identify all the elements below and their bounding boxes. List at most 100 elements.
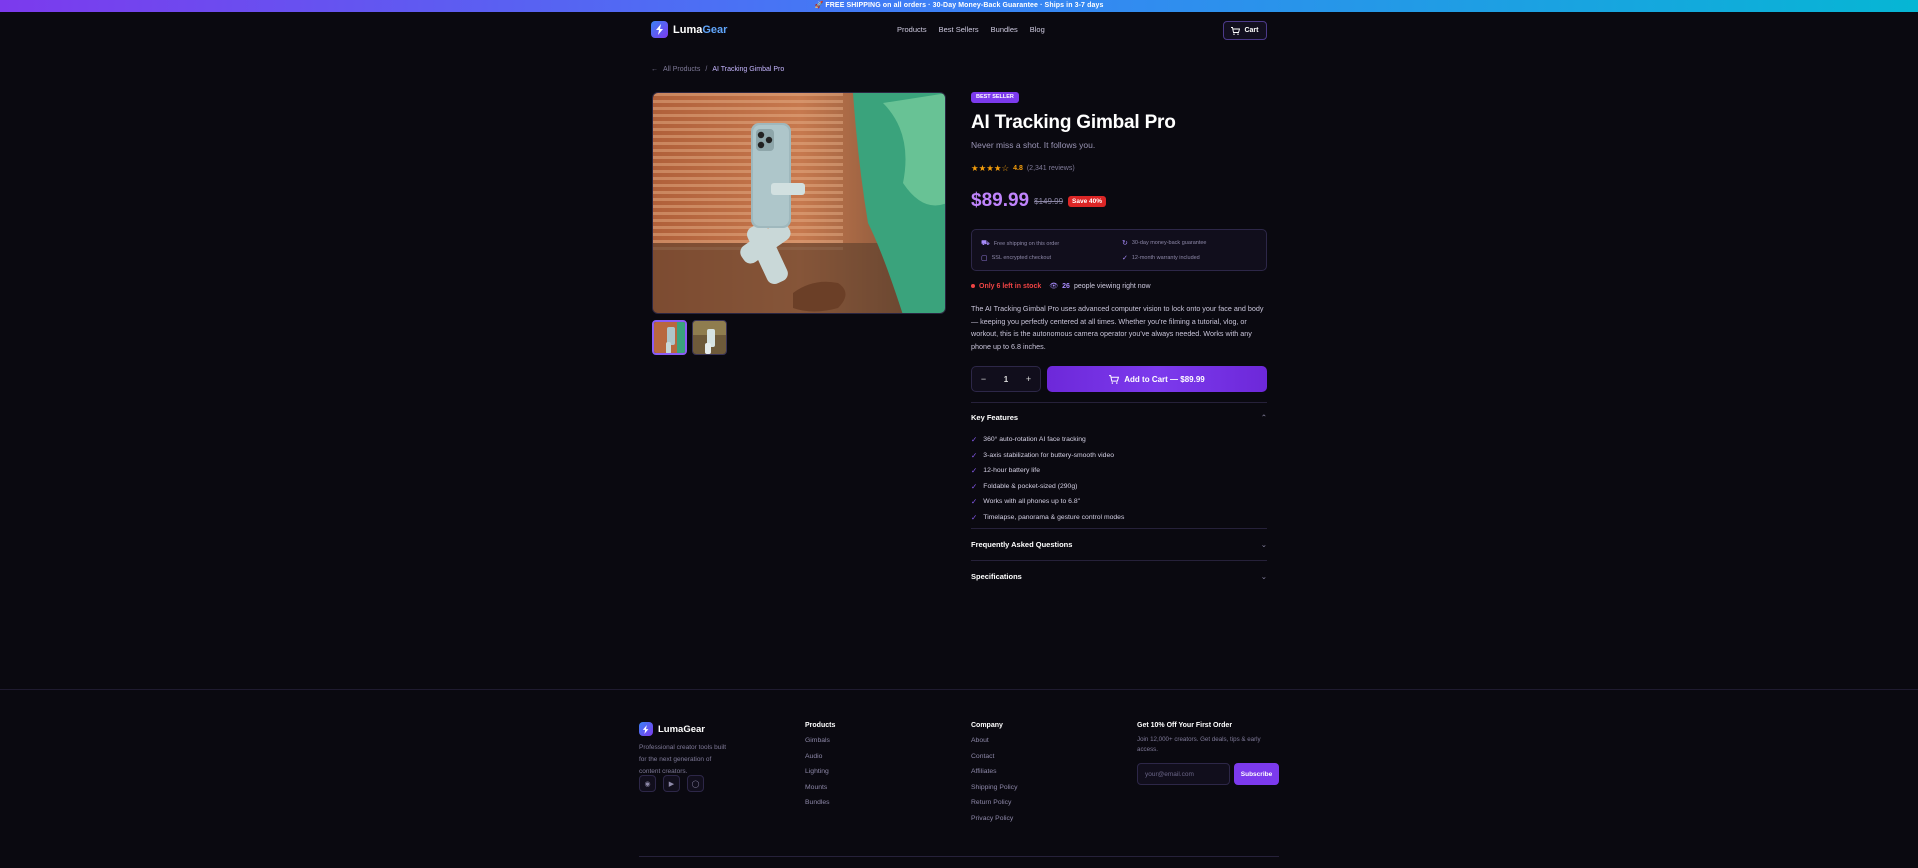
price-row: $89.99 $149.99 Save 40% xyxy=(971,190,1107,212)
qty-minus-button[interactable]: − xyxy=(981,374,986,384)
feature-text: 12-hour battery life xyxy=(983,467,1040,475)
list-item: ✓ Works with all phones up to 6.8" xyxy=(971,494,1124,510)
cart-label: Cart xyxy=(1244,27,1259,34)
brand-name-part1: Luma xyxy=(673,23,703,36)
stock-row: Only 6 left in stock 👁 26 people viewing… xyxy=(971,282,1151,290)
add-to-cart-button[interactable]: Add to Cart — $89.99 xyxy=(1047,366,1267,392)
quantity-stepper: − 1 + xyxy=(971,366,1041,392)
cart-icon xyxy=(1231,26,1241,35)
footer-link-lighting[interactable]: Lighting xyxy=(805,768,835,784)
trust-text: SSL encrypted checkout xyxy=(991,255,1052,261)
viewer-label: people viewing right now xyxy=(1073,282,1151,290)
check-icon: ✓ xyxy=(1122,255,1128,262)
footer-link-returns[interactable]: Return Policy xyxy=(971,799,1017,815)
breadcrumb-all-products[interactable]: All Products xyxy=(663,66,700,73)
feature-text: 360° auto-rotation AI face tracking xyxy=(983,436,1086,444)
accordion-title: Specifications xyxy=(971,572,1022,581)
arrow-left-icon[interactable]: ← xyxy=(651,66,658,73)
thumbnail-2[interactable] xyxy=(692,320,727,355)
footer-about: Professional creator tools built for the… xyxy=(639,744,727,775)
review-count[interactable]: (2,341 reviews) xyxy=(1027,165,1075,172)
feature-text: 3-axis stabilization for buttery-smooth … xyxy=(983,451,1115,459)
trust-item-guarantee: ↻ 30-day money-back guarantee xyxy=(1122,239,1206,247)
discount-badge: Save 40% xyxy=(1068,195,1107,207)
list-item: ✓ 360° auto-rotation AI face tracking xyxy=(971,432,1124,448)
footer-logo[interactable]: LumaGear xyxy=(639,722,705,736)
footer-link-bundles[interactable]: Bundles xyxy=(805,799,835,815)
newsletter: Get 10% Off Your First Order Join 12,000… xyxy=(1137,722,1279,785)
stock-dot-icon xyxy=(971,284,975,288)
nav-bundles[interactable]: Bundles xyxy=(991,25,1018,34)
product-main-image[interactable] xyxy=(652,92,946,314)
nav-best-sellers[interactable]: Best Sellers xyxy=(939,25,979,34)
accordion-specifications[interactable]: Specifications ⌄ xyxy=(971,572,1267,581)
list-item: ✓ Foldable & pocket-sized (290g) xyxy=(971,479,1124,495)
product-description: The AI Tracking Gimbal Pro uses advanced… xyxy=(971,304,1264,351)
accordion-title: Key Features xyxy=(971,413,1019,422)
newsletter-title: Get 10% Off Your First Order xyxy=(1137,722,1233,729)
footer-column-title: Company xyxy=(971,722,1003,729)
trust-box: ⛟ Free shipping on this order ↻ 30-day mon… xyxy=(971,229,1267,271)
footer-link-about[interactable]: About xyxy=(971,737,1017,753)
list-item: ✓ 3-axis stabilization for buttery-smooth… xyxy=(971,448,1124,464)
rating-row: ★★★★☆ 4.8 (2,341 reviews) xyxy=(971,163,1075,174)
cart-icon xyxy=(1109,374,1120,384)
check-icon: ✓ xyxy=(971,435,978,445)
footer-link-mounts[interactable]: Mounts xyxy=(805,784,835,800)
site-header: LumaGear Products Best Sellers Bundles B… xyxy=(0,12,1918,48)
list-item: ✓ Timelapse, panorama & gesture control m… xyxy=(971,510,1124,526)
divider xyxy=(971,528,1267,529)
nav-products[interactable]: Products xyxy=(897,25,927,34)
accordion-key-features[interactable]: Key Features ⌃ xyxy=(971,413,1267,422)
product-tagline: Never miss a shot. It follows you. xyxy=(971,140,1096,150)
footer-link-shipping[interactable]: Shipping Policy xyxy=(971,784,1017,800)
check-icon: ✓ xyxy=(971,512,978,522)
video-icon[interactable]: ▶ xyxy=(663,775,680,792)
rating-value: 4.8 xyxy=(1013,165,1023,172)
breadcrumb: ← All Products / AI Tracking Gimbal Pro xyxy=(651,66,784,73)
check-icon: ✓ xyxy=(971,497,978,507)
trust-item-shipping: ⛟ Free shipping on this order xyxy=(981,239,1059,248)
features-list: ✓ 360° auto-rotation AI face tracking ✓ 3-… xyxy=(971,432,1124,525)
footer-link-privacy[interactable]: Privacy Policy xyxy=(971,815,1017,831)
lock-icon: ▢ xyxy=(981,255,988,262)
trust-item-warranty: ✓ 12-month warranty included xyxy=(1122,254,1200,262)
email-field[interactable]: your@email.com xyxy=(1137,763,1230,785)
truck-icon: ⛟ xyxy=(981,240,990,247)
footer-products-column: Products Gimbals Audio Lighting Mounts B… xyxy=(805,722,835,815)
check-icon: ✓ xyxy=(971,466,978,476)
feature-text: Foldable & pocket-sized (290g) xyxy=(983,482,1078,490)
original-price: $149.99 xyxy=(1034,196,1064,206)
qty-value[interactable]: 1 xyxy=(1004,375,1008,384)
qty-plus-button[interactable]: + xyxy=(1026,374,1031,384)
trust-text: 12-month warranty included xyxy=(1131,255,1200,261)
footer-link-affiliates[interactable]: Affiliates xyxy=(971,768,1017,784)
best-seller-badge: BEST SELLER xyxy=(971,92,1019,103)
brand-logo[interactable]: LumaGear xyxy=(651,21,727,38)
footer-column-title: Products xyxy=(805,722,836,729)
divider xyxy=(971,560,1267,561)
nav-blog[interactable]: Blog xyxy=(1030,25,1045,34)
footer-link-audio[interactable]: Audio xyxy=(805,753,835,769)
bolt-icon xyxy=(651,21,668,38)
current-price: $89.99 xyxy=(971,190,1030,211)
divider xyxy=(971,402,1267,403)
cart-button[interactable]: Cart xyxy=(1223,21,1267,40)
chevron-down-icon: ⌄ xyxy=(1260,572,1267,581)
breadcrumb-current: AI Tracking Gimbal Pro xyxy=(712,66,785,73)
feature-text: Works with all phones up to 6.8" xyxy=(983,498,1081,506)
thumbnail-1[interactable] xyxy=(652,320,687,355)
footer-link-contact[interactable]: Contact xyxy=(971,753,1017,769)
accordion-faq[interactable]: Frequently Asked Questions ⌄ xyxy=(971,540,1267,549)
eye-icon: 👁 xyxy=(1049,283,1059,290)
announcement-bar: 🚀 FREE SHIPPING on all orders · 30-Day M… xyxy=(0,0,1918,12)
footer-link-gimbals[interactable]: Gimbals xyxy=(805,737,835,753)
camera-icon[interactable]: ◉ xyxy=(639,775,656,792)
breadcrumb-separator: / xyxy=(705,66,708,73)
chevron-down-icon: ⌄ xyxy=(1260,540,1267,549)
main-nav: Products Best Sellers Bundles Blog xyxy=(897,25,1045,34)
subscribe-button[interactable]: Subscribe xyxy=(1234,763,1279,785)
chat-icon[interactable]: ◯ xyxy=(687,775,704,792)
refresh-icon: ↻ xyxy=(1122,240,1128,247)
footer-brand-name: LumaGear xyxy=(658,723,705,735)
